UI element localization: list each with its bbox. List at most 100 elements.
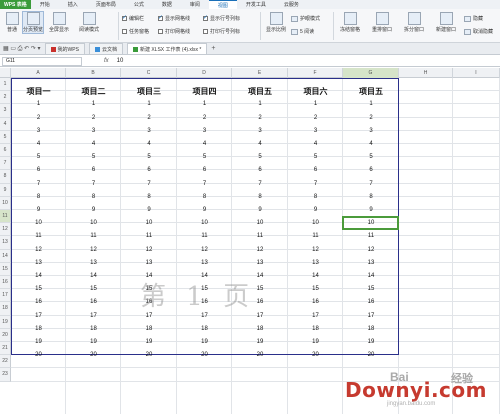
table-cell[interactable]: 7 [11,177,66,190]
table-cell[interactable]: 5 [66,151,121,164]
table-cell[interactable]: 8 [288,190,343,203]
add-tab-icon[interactable]: + [211,45,215,52]
table-cell[interactable]: 13 [11,256,66,269]
row-header[interactable]: 6 [0,144,11,158]
table-cell[interactable]: 18 [66,322,121,335]
table-cell[interactable]: 19 [288,335,343,348]
table-cell[interactable]: 20 [121,349,177,362]
table-cell[interactable]: 20 [343,349,399,362]
table-cell[interactable]: 5 [121,151,177,164]
eye-protection-button[interactable]: 护眼模式 [291,15,320,22]
row-header[interactable]: 3 [0,104,11,118]
table-cell[interactable]: 17 [66,309,121,322]
table-cell[interactable]: 1 [11,98,66,111]
show-gridlines-check[interactable]: 显示网格线 [158,14,190,22]
table-cell[interactable]: 10 [11,217,66,230]
menu-tab[interactable]: 开发工具 [237,0,275,9]
table-cell[interactable]: 4 [66,137,121,150]
table-cell[interactable]: 8 [11,190,66,203]
table-cell[interactable]: 10 [66,217,121,230]
table-cell[interactable]: 16 [288,296,343,309]
table-cell[interactable]: 17 [343,309,399,322]
table-cell[interactable]: 7 [232,177,288,190]
column-header[interactable]: G [343,68,399,78]
table-cell[interactable]: 8 [343,190,399,203]
row-header[interactable]: 13 [0,236,11,250]
table-cell[interactable]: 2 [232,111,288,124]
row-header[interactable]: 20 [0,328,11,342]
table-cell[interactable]: 8 [66,190,121,203]
normal-view-button[interactable]: 普通 [3,12,21,33]
table-cell[interactable]: 8 [121,190,177,203]
row-header[interactable]: 18 [0,302,11,316]
tab-cloud-docs[interactable]: 云文档 [88,43,123,54]
table-cell[interactable]: 1 [343,98,399,111]
table-cell[interactable]: 12 [177,243,232,256]
row-header[interactable]: 11 [0,210,11,224]
reading-mode-button[interactable]: 阅读模式 [76,12,102,33]
menu-tab[interactable]: 视图 [208,0,237,9]
table-cell[interactable]: 13 [177,256,232,269]
table-cell[interactable]: 10 [232,217,288,230]
hide-button[interactable]: 隐藏 [464,15,483,22]
table-cell[interactable]: 3 [66,124,121,137]
column-header[interactable]: F [288,68,343,78]
table-cell[interactable]: 12 [11,243,66,256]
table-cell[interactable]: 4 [11,137,66,150]
table-cell[interactable]: 9 [288,203,343,216]
menu-tab[interactable]: 公式 [125,0,153,9]
table-cell[interactable]: 9 [343,203,399,216]
table-cell[interactable]: 10 [177,217,232,230]
table-cell[interactable]: 2 [288,111,343,124]
table-cell[interactable]: 4 [177,137,232,150]
app-menu-button[interactable]: WPS 表格 [0,0,31,9]
table-cell[interactable]: 4 [121,137,177,150]
quick-access-icons[interactable]: ▦ ▭ ⎙ ↶ ↷ ▾ [3,45,41,53]
table-cell[interactable]: 16 [343,296,399,309]
print-gridlines-check[interactable]: 打印网格线 [158,28,190,35]
table-cell[interactable]: 13 [288,256,343,269]
unhide-button[interactable]: 取消隐藏 [464,28,493,35]
table-cell[interactable]: 10 [288,217,343,230]
table-cell[interactable]: 5 [11,151,66,164]
table-cell[interactable]: 15 [66,283,121,296]
menu-tab[interactable]: 云服务 [275,0,308,9]
table-cell[interactable]: 3 [343,124,399,137]
page-break-preview-button[interactable]: 分页预览 [22,11,44,34]
formula-input[interactable]: 10 [117,58,124,64]
table-cell[interactable]: 8 [177,190,232,203]
table-cell[interactable]: 4 [288,137,343,150]
table-cell[interactable]: 7 [177,177,232,190]
table-cell[interactable]: 15 [343,283,399,296]
table-cell[interactable]: 2 [66,111,121,124]
table-cell[interactable]: 6 [121,164,177,177]
task-pane-check[interactable]: 任务窗格 [122,28,149,35]
show-headers-check[interactable]: 显示行号列标 [203,14,240,22]
new-window-button[interactable]: 新建窗口 [432,12,460,33]
table-cell[interactable]: 14 [11,269,66,282]
table-cell[interactable]: 3 [11,124,66,137]
print-headers-check[interactable]: 打印行号列标 [203,28,240,35]
row-header[interactable]: 23 [0,368,11,382]
menu-tab[interactable]: 数据 [153,0,181,9]
table-cell[interactable]: 19 [66,335,121,348]
table-cell[interactable]: 4 [343,137,399,150]
row-header[interactable]: 1 [0,78,11,92]
zoom-button[interactable]: 显示比例 [265,12,287,33]
table-cell[interactable]: 10 [121,217,177,230]
table-cell[interactable]: 18 [177,322,232,335]
column-header[interactable]: E [232,68,288,78]
table-cell[interactable]: 6 [343,164,399,177]
column-header[interactable]: D [177,68,232,78]
spreadsheet-grid[interactable]: A B C D E F G H I 1 2 3 4 5 6 7 8 9 10 11 12 13 14 15 16 17 18 19 20… [0,68,500,414]
table-cell[interactable]: 11 [177,230,232,243]
table-cell[interactable]: 17 [11,309,66,322]
reading-button[interactable]: 5 阅读 [291,28,314,35]
table-cell[interactable]: 2 [11,111,66,124]
table-cell[interactable]: 15 [11,283,66,296]
table-cell[interactable]: 20 [177,349,232,362]
row-header[interactable]: 15 [0,262,11,276]
table-cell[interactable]: 11 [288,230,343,243]
row-header[interactable]: 14 [0,249,11,263]
row-header[interactable]: 8 [0,170,11,184]
